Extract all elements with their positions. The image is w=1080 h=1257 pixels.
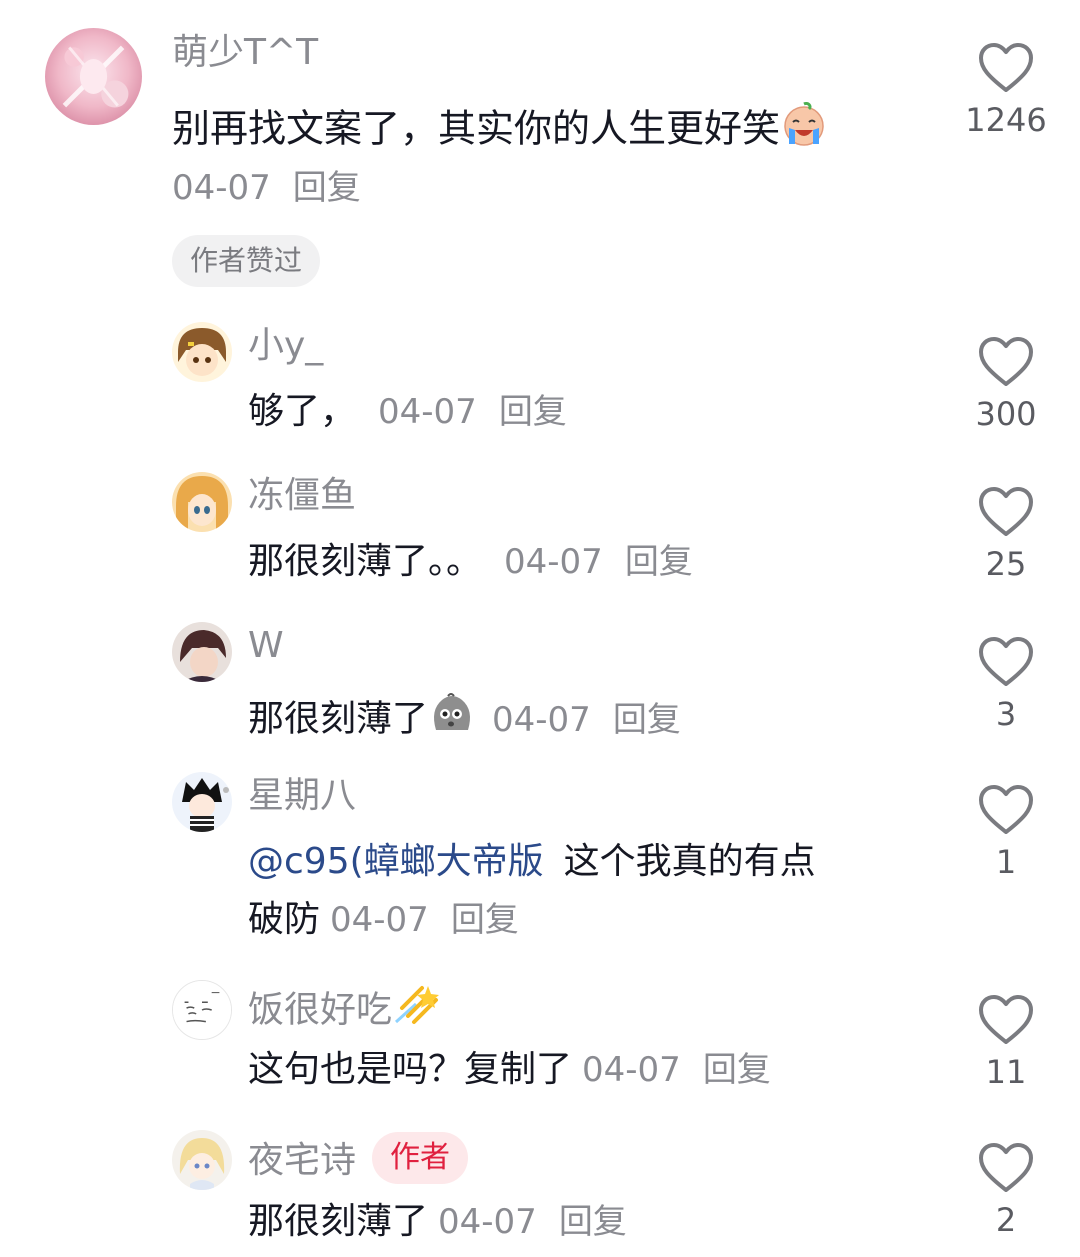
username[interactable]: 萌少T^T bbox=[172, 35, 318, 71]
reply-button[interactable]: 回复 bbox=[499, 392, 567, 432]
like-button[interactable]: 2 bbox=[951, 1142, 1061, 1236]
heart-icon bbox=[979, 637, 1033, 686]
like-count: 1246 bbox=[965, 101, 1047, 139]
comment-text: 够了， 04-07 回复 bbox=[248, 394, 567, 430]
comment-text-body: 够了， bbox=[248, 391, 357, 432]
stone-face-emoji bbox=[428, 690, 474, 743]
author-liked-tag: 作者赞过 bbox=[172, 235, 321, 287]
reply-button[interactable]: 回复 bbox=[625, 542, 693, 582]
laugh-cry-emoji bbox=[780, 100, 828, 154]
comment-text-body: 别再找文案了，其实你的人生更好笑 bbox=[172, 106, 781, 151]
comment-item: 饭很好吃 这句也是吗？复制了 04-07 回复 11 bbox=[0, 960, 1080, 1110]
comment-text: 别再找文案了，其实你的人生更好笑 bbox=[172, 102, 828, 158]
heart-icon bbox=[979, 43, 1033, 92]
comment-text-body: 破防 bbox=[248, 899, 321, 940]
comment-text: 那很刻薄了。。 04-07 回复 bbox=[248, 544, 693, 580]
comment-text: @c95(蟑螂大帝版 这个我真的有点 bbox=[248, 844, 816, 880]
comment-item: 夜宅诗 作者 那很刻薄了 04-07 回复 2 bbox=[0, 1110, 1080, 1257]
comment-text-body: 那很刻薄了 bbox=[248, 698, 429, 740]
avatar[interactable] bbox=[45, 28, 142, 125]
like-button[interactable]: 3 bbox=[951, 636, 1061, 730]
username[interactable]: 冻僵鱼 bbox=[248, 478, 356, 514]
reply-button[interactable]: 回复 bbox=[559, 1202, 627, 1242]
comment-text: 这句也是吗？复制了 04-07 回复 bbox=[248, 1052, 771, 1088]
comment-text-body: 那很刻薄了。。 bbox=[248, 541, 483, 582]
comment-item: 萌少T^T 别再找文案了，其实你的人生更好笑 04-07 回复 作者赞过 1246 bbox=[0, 0, 1080, 300]
comment-date: 04-07 bbox=[330, 900, 429, 940]
comment-item: 冻僵鱼 那很刻薄了。。 04-07 回复 25 bbox=[0, 450, 1080, 600]
like-count: 300 bbox=[975, 395, 1037, 433]
comment-text-body: 这个我真的有点 bbox=[563, 841, 816, 882]
heart-icon bbox=[979, 1143, 1033, 1192]
like-button[interactable]: 11 bbox=[951, 994, 1061, 1088]
heart-icon bbox=[979, 337, 1033, 386]
username[interactable]: 小y_ bbox=[248, 328, 323, 364]
comment-date: 04-07 bbox=[438, 1202, 537, 1242]
username-text: 饭很好吃 bbox=[248, 989, 393, 1031]
comment-text-body: 那很刻薄了 bbox=[248, 1201, 429, 1242]
like-count: 2 bbox=[995, 1201, 1017, 1239]
comment-item: 小y_ 够了， 04-07 回复 300 bbox=[0, 300, 1080, 450]
username-text: 夜宅诗 bbox=[248, 1140, 357, 1181]
comment-item: W 那很刻薄了 04-07 回复 3 bbox=[0, 600, 1080, 750]
comment-meta: 04-07 回复 bbox=[172, 171, 361, 205]
like-button[interactable]: 300 bbox=[951, 336, 1061, 430]
comment-item: 星期八 @c95(蟑螂大帝版 这个我真的有点 破防 04-07 回复 1 bbox=[0, 750, 1080, 960]
comment-date: 04-07 bbox=[492, 699, 591, 740]
comment-date: 04-07 bbox=[378, 392, 477, 432]
author-badge: 作者 bbox=[372, 1132, 469, 1184]
comment-date: 04-07 bbox=[172, 168, 271, 208]
comment-date: 04-07 bbox=[582, 1050, 681, 1090]
like-count: 3 bbox=[995, 695, 1017, 733]
avatar[interactable] bbox=[172, 322, 232, 382]
shooting-star-emoji bbox=[392, 982, 442, 1033]
reply-button[interactable]: 回复 bbox=[293, 168, 361, 208]
heart-icon bbox=[979, 995, 1033, 1044]
heart-icon bbox=[979, 487, 1033, 536]
comment-text-line2: 破防 04-07 回复 bbox=[248, 902, 519, 938]
comment-text-body: 这句也是吗？复制了 bbox=[248, 1049, 573, 1090]
username[interactable]: 饭很好吃 bbox=[248, 986, 442, 1037]
avatar[interactable] bbox=[172, 622, 232, 682]
mention-link[interactable]: @c95(蟑螂大帝版 bbox=[248, 841, 544, 882]
username[interactable]: 星期八 bbox=[248, 778, 356, 814]
reply-button[interactable]: 回复 bbox=[613, 700, 681, 740]
like-button[interactable]: 25 bbox=[951, 486, 1061, 580]
avatar[interactable] bbox=[172, 472, 232, 532]
reply-button[interactable]: 回复 bbox=[451, 900, 519, 940]
heart-icon bbox=[979, 785, 1033, 834]
comment-date: 04-07 bbox=[504, 542, 603, 582]
like-button[interactable]: 1 bbox=[951, 784, 1061, 878]
comment-text: 那很刻薄了 04-07 回复 bbox=[248, 693, 681, 747]
avatar[interactable] bbox=[172, 1130, 232, 1190]
username[interactable]: W bbox=[248, 628, 284, 664]
comment-text: 那很刻薄了 04-07 回复 bbox=[248, 1204, 627, 1240]
like-count: 11 bbox=[985, 1053, 1027, 1091]
avatar[interactable] bbox=[172, 980, 232, 1040]
avatar[interactable] bbox=[172, 772, 232, 832]
like-count: 25 bbox=[985, 545, 1027, 583]
like-button[interactable]: 1246 bbox=[951, 42, 1061, 136]
reply-button[interactable]: 回复 bbox=[703, 1050, 771, 1090]
username[interactable]: 夜宅诗 作者 bbox=[248, 1132, 469, 1188]
like-count: 1 bbox=[995, 843, 1017, 881]
